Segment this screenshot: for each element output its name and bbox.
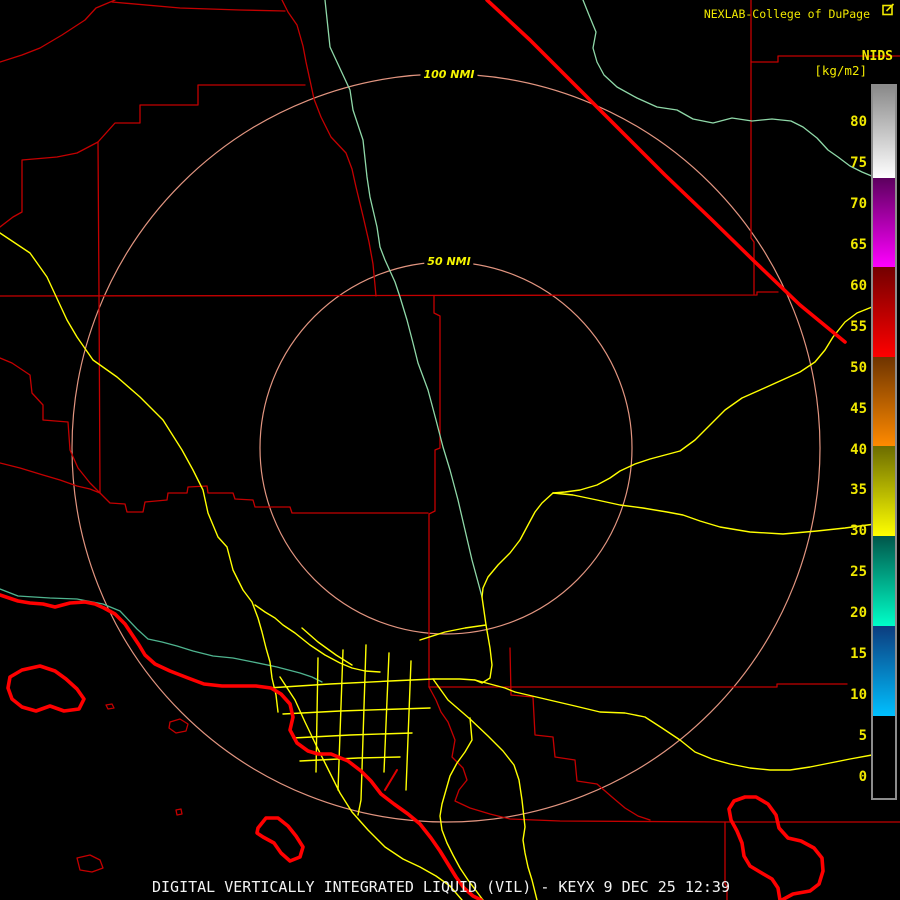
county-line: [0, 358, 100, 493]
colorbar-tick-label: 50: [833, 360, 867, 376]
river-line: [325, 0, 482, 597]
island-outline-thick: [8, 666, 84, 711]
colorbar-tick-label: 30: [833, 523, 867, 539]
range-ring-50nmi: [260, 262, 632, 634]
road-line: [420, 625, 486, 640]
road-line: [283, 708, 430, 714]
range-ring-100nmi: [72, 74, 820, 822]
road-line: [338, 650, 343, 790]
highways: [0, 0, 845, 900]
colorbar-tick-label: 25: [833, 564, 867, 580]
road-line: [475, 597, 492, 683]
colorbar-tick-label: 75: [833, 155, 867, 171]
colorbar-title: NIDS: [862, 49, 893, 64]
county-line: [0, 463, 100, 493]
road-line: [0, 233, 278, 712]
county-line: [751, 0, 754, 294]
county-boundaries: [0, 0, 900, 900]
island-outline: [106, 704, 114, 709]
radar-image: 100 NMI 50 NMI NEXLAB-College of DuPage …: [0, 0, 900, 900]
colorbar-segment-orange: [873, 357, 895, 446]
colorbar-tick-label: 65: [833, 237, 867, 253]
colorbar-segment-yellow: [873, 446, 895, 535]
colorbar-tick-label: 45: [833, 401, 867, 417]
road-line: [482, 493, 553, 597]
island-outline: [176, 809, 182, 815]
range-rings: [72, 74, 820, 822]
highway-spur: [385, 770, 397, 790]
county-line: [98, 142, 100, 493]
road-line: [440, 718, 483, 900]
island-outline-thick: [729, 797, 823, 900]
colorbar-tick-label: 15: [833, 646, 867, 662]
colorbar: [871, 84, 897, 800]
colorbar-tick-label: 10: [833, 687, 867, 703]
colorbar-tick-label: 35: [833, 482, 867, 498]
ring-label-100nmi: 100 NMI: [420, 68, 477, 81]
colorbar-units: [kg/m2]: [814, 63, 867, 78]
ring-label-50nmi: 50 NMI: [424, 255, 473, 268]
colorbar-segment-magenta: [873, 178, 895, 267]
island-outline: [169, 719, 188, 733]
road-line: [553, 493, 875, 534]
colorbar-tick-label: 0: [833, 769, 867, 785]
colorbar-tick-label: 40: [833, 442, 867, 458]
highway-line: [487, 0, 845, 342]
product-title: DIGITAL VERTICALLY INTEGRATED LIQUID (VI…: [152, 878, 730, 896]
colorbar-tick-label: 5: [833, 728, 867, 744]
county-line: [100, 486, 428, 513]
island-outline-thick: [257, 818, 303, 861]
county-line: [0, 85, 305, 227]
colorbar-tick-label: 60: [833, 278, 867, 294]
county-line: [429, 296, 440, 687]
colorbar-segment-teal: [873, 536, 895, 626]
island-outline: [77, 855, 103, 872]
colorbar-segment-red: [873, 267, 895, 357]
county-line: [429, 687, 900, 822]
county-line: [112, 2, 285, 11]
roads: [0, 233, 875, 900]
county-line: [282, 0, 376, 296]
colorbar-segment-blue: [873, 626, 895, 716]
colorbar-tick-label: 55: [833, 319, 867, 335]
colorbar-segment-black: [873, 716, 895, 798]
highway-line: [0, 595, 481, 900]
colorbar-tick-label: 20: [833, 605, 867, 621]
county-line: [0, 0, 115, 62]
river-line: [583, 0, 874, 177]
credit-text: NEXLAB-College of DuPage: [704, 7, 870, 21]
road-line: [384, 653, 389, 772]
colorbar-segment-white: [873, 86, 895, 178]
county-line: [0, 292, 778, 296]
road-line: [553, 307, 872, 493]
rivers: [0, 0, 874, 682]
road-line: [515, 692, 872, 770]
base-map: [0, 0, 900, 900]
road-line: [302, 628, 352, 665]
square-diagonal-icon: [882, 3, 895, 16]
colorbar-tick-label: 80: [833, 114, 867, 130]
county-line: [510, 648, 650, 820]
colorbar-tick-label: 70: [833, 196, 867, 212]
